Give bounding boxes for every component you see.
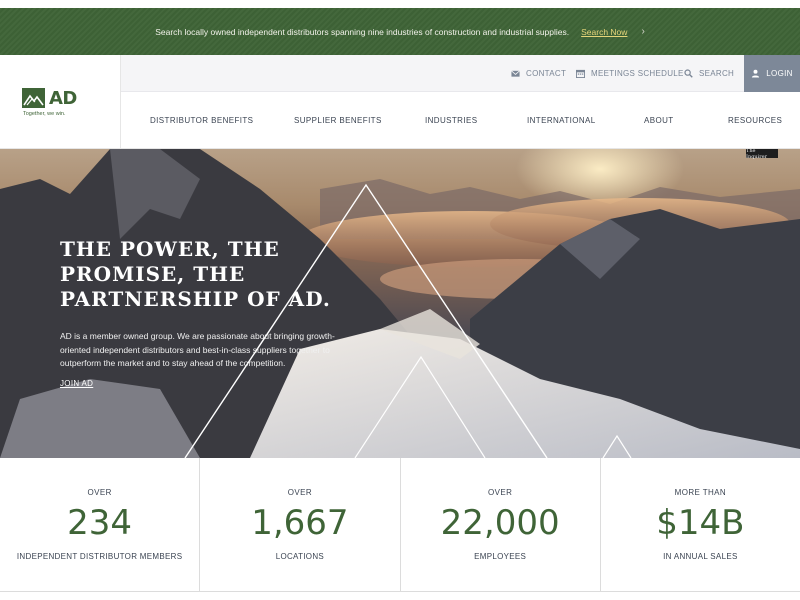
meetings-schedule-link[interactable]: MEETINGS SCHEDULE [576,55,684,92]
nav-industries[interactable]: INDUSTRIES [425,92,477,149]
nav-resources[interactable]: RESOURCES [728,92,782,149]
user-icon [752,69,760,78]
stat-label: EMPLOYEES [474,552,527,561]
search-icon [684,69,693,78]
contact-link[interactable]: CONTACT [511,55,566,92]
logo-tagline: Together, we win. [23,110,66,117]
nav-about[interactable]: ABOUT [644,92,674,149]
stat-prefix: OVER [487,488,513,497]
stat-value: 22,000 [440,503,560,543]
search-now-link[interactable]: Search Now [581,27,627,37]
stats-row: OVER 234 INDEPENDENT DISTRIBUTOR MEMBERS… [0,458,800,592]
stat-card: OVER 234 INDEPENDENT DISTRIBUTOR MEMBERS [0,458,201,592]
announcement-bar: Search locally owned independent distrib… [0,8,800,55]
logo-text: AD [49,87,77,109]
hero-heading: THE POWER, THE PROMISE, THE PARTNERSHIP … [60,237,331,311]
stat-card: OVER 1,667 LOCATIONS [200,458,401,592]
contact-label: CONTACT [526,69,567,78]
announcement-text: Search locally owned independent distrib… [155,26,570,37]
stat-card: OVER 22,000 EMPLOYEES [400,458,601,592]
stat-value: 234 [67,503,133,543]
stat-label: INDEPENDENT DISTRIBUTOR MEMBERS [16,552,183,561]
main-nav: DISTRIBUTOR BENEFITS SUPPLIER BENEFITS I… [121,92,800,149]
meetings-schedule-label: MEETINGS SCHEDULE [591,69,684,78]
stat-prefix: OVER [87,488,112,497]
stat-label: IN ANNUAL SALES [663,552,738,561]
hero-banner: The Inquirer THE POWER, THE PROMISE, THE… [0,149,800,458]
stat-card: MORE THAN $14B IN ANNUAL SALES [600,458,800,592]
nav-distributor-benefits[interactable]: DISTRIBUTOR BENEFITS [150,92,253,149]
publication-badge: The Inquirer [746,149,778,160]
stat-value: 1,667 [251,503,349,543]
search-link[interactable]: SEARCH [684,55,734,92]
nav-supplier-benefits[interactable]: SUPPLIER BENEFITS [294,92,382,149]
utility-nav: CONTACT MEETINGS SCHEDULE SEARCH LOGIN [121,55,800,92]
search-label: SEARCH [699,69,735,78]
login-label: LOGIN [766,69,793,78]
stat-label: LOCATIONS [275,552,325,561]
calendar-icon [576,69,585,78]
page: Search locally owned independent distrib… [0,0,800,600]
logo[interactable]: AD Together, we win. [0,55,121,149]
mountain-logo-icon [22,88,45,108]
nav-international[interactable]: INTERNATIONAL [527,92,596,149]
chevron-right-icon: › [641,26,645,37]
envelope-icon [511,70,520,77]
stat-value: $14B [656,503,745,543]
login-button[interactable]: LOGIN [744,55,800,92]
hero-description: AD is a member owned group. We are passi… [60,331,335,368]
stat-prefix: OVER [287,488,313,497]
site-header: AD Together, we win. CONTACT MEETINGS SC… [0,55,800,149]
join-ad-link[interactable]: JOIN AD [60,379,93,388]
stat-prefix: MORE THAN [674,488,727,497]
